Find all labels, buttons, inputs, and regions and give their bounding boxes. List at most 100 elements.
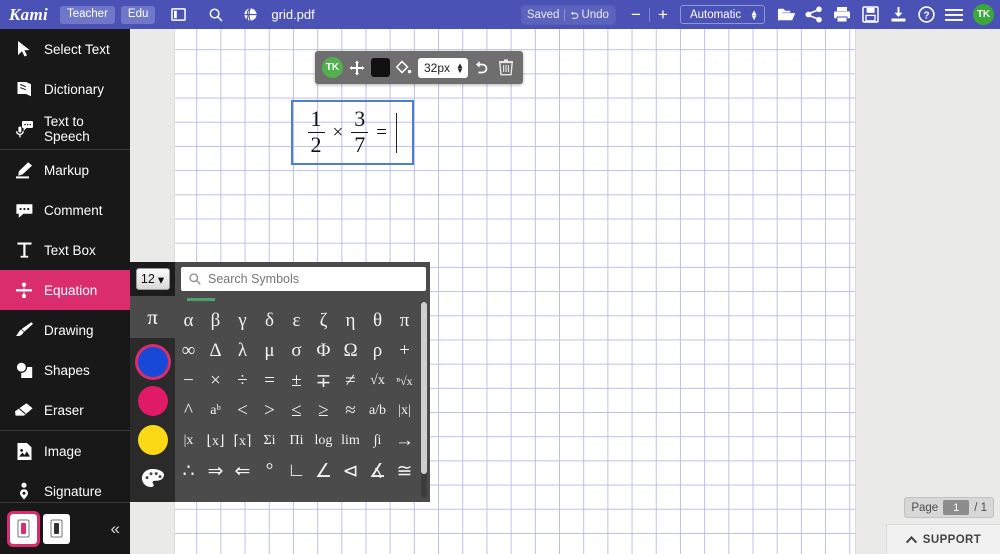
symbol-button[interactable]: < — [229, 398, 256, 424]
symbol-button[interactable]: |x| — [391, 398, 418, 424]
symbol-search-wrapper[interactable] — [181, 267, 426, 291]
symbol-button[interactable]: = — [256, 368, 283, 394]
help-button[interactable]: ? — [912, 0, 940, 29]
symbol-button[interactable]: ρ — [364, 338, 391, 364]
menu-button[interactable] — [940, 0, 968, 29]
color-palette-icon[interactable] — [141, 468, 165, 489]
sidebar-item-comment[interactable]: Comment — [0, 190, 130, 230]
page-indicator[interactable]: Page 1 / 1 — [904, 497, 994, 518]
symbol-button[interactable]: + — [391, 338, 418, 364]
symbol-button[interactable]: ⁿ√x — [391, 368, 418, 394]
symbol-button[interactable]: ≅ — [391, 458, 418, 484]
symbol-button[interactable]: → — [391, 428, 418, 454]
symbol-button[interactable]: × — [202, 368, 229, 394]
zoom-level-select[interactable]: Automatic ▲ ▼ — [679, 5, 765, 24]
sidebar-item-equation[interactable]: Equation — [0, 270, 130, 310]
symbol-button[interactable]: ∓ — [310, 368, 337, 394]
save-button[interactable] — [856, 0, 884, 29]
symbol-button[interactable]: ^ — [175, 398, 202, 424]
download-button[interactable] — [884, 0, 912, 29]
open-folder-button[interactable] — [772, 0, 800, 29]
symbol-button[interactable]: ± — [283, 368, 310, 394]
equation-font-size-select[interactable]: 12 ▾ — [135, 268, 170, 290]
sidebar-item-dictionary[interactable]: Dictionary — [0, 69, 130, 109]
single-page-mode-button[interactable] — [7, 510, 40, 547]
symbol-button[interactable]: α — [175, 308, 202, 334]
symbol-button[interactable]: θ — [364, 308, 391, 334]
support-button[interactable]: SUPPORT — [886, 524, 1000, 554]
sidebar-item-markup[interactable]: Markup — [0, 150, 130, 190]
symbol-button[interactable]: Σi — [256, 428, 283, 454]
symbol-button[interactable]: λ — [229, 338, 256, 364]
symbol-button[interactable]: μ — [256, 338, 283, 364]
annotation-author-avatar[interactable]: TK — [322, 57, 343, 78]
symbol-button[interactable]: γ — [229, 308, 256, 334]
symbol-button[interactable]: Δ — [202, 338, 229, 364]
equation-annotation[interactable]: 1 2 × 3 7 = — [291, 100, 414, 165]
symbol-button[interactable]: β — [202, 308, 229, 334]
color-fill-icon[interactable] — [394, 57, 414, 79]
print-button[interactable] — [828, 0, 856, 29]
color-swatch-button[interactable] — [371, 58, 390, 77]
move-handle-icon[interactable] — [347, 57, 367, 79]
scrollbar-thumb[interactable] — [421, 302, 427, 474]
symbol-button[interactable]: ε — [283, 308, 310, 334]
sidebar-item-shapes[interactable]: Shapes — [0, 350, 130, 390]
symbol-button[interactable]: ° — [256, 458, 283, 484]
zoom-in-button[interactable]: + — [652, 4, 674, 26]
symbol-button[interactable]: > — [256, 398, 283, 424]
symbol-button[interactable]: − — [175, 368, 202, 394]
color-blue-swatch[interactable] — [137, 347, 168, 377]
symbol-category-tab-pi[interactable]: π — [130, 296, 175, 338]
symbol-search-input[interactable] — [208, 272, 426, 286]
font-size-stepper[interactable]: 32px ▲ ▼ — [418, 57, 468, 78]
symbol-button[interactable]: ⌈x⌉ — [229, 428, 256, 454]
symbol-button[interactable]: Φ — [310, 338, 337, 364]
globe-icon[interactable] — [237, 2, 263, 28]
symbol-button[interactable]: ≥ — [310, 398, 337, 424]
symbol-button[interactable]: ∴ — [175, 458, 202, 484]
zoom-out-button[interactable]: − — [625, 4, 647, 26]
symbol-button[interactable]: ⊲ — [337, 458, 364, 484]
sidebar-item-select-text[interactable]: Select Text — [0, 29, 130, 69]
symbol-button[interactable]: ÷ — [229, 368, 256, 394]
symbol-button[interactable]: ζ — [310, 308, 337, 334]
share-button[interactable] — [800, 0, 828, 29]
symbol-button[interactable]: π — [391, 308, 418, 334]
symbol-button[interactable]: aᵇ — [202, 398, 229, 424]
symbol-button[interactable]: lim — [337, 428, 364, 454]
symbol-button[interactable]: σ — [283, 338, 310, 364]
symbol-button[interactable]: a/b — [364, 398, 391, 424]
symbol-button[interactable]: ∫i — [364, 428, 391, 454]
symbol-button[interactable]: |x — [175, 428, 202, 454]
sidebar-item-drawing[interactable]: Drawing — [0, 310, 130, 350]
symbol-button[interactable]: √x — [364, 368, 391, 394]
sidebar-item-text-box[interactable]: Text Box — [0, 230, 130, 270]
sidebar-item-eraser[interactable]: Eraser — [0, 390, 130, 430]
symbol-button[interactable]: ≠ — [337, 368, 364, 394]
user-avatar[interactable]: TK — [973, 4, 994, 25]
sidebar-item-text-to-speech[interactable]: Text to Speech — [0, 109, 130, 149]
symbol-button[interactable]: ∟ — [283, 458, 310, 484]
symbol-button[interactable]: ∞ — [175, 338, 202, 364]
continuous-page-mode-button[interactable] — [43, 513, 70, 544]
symbol-button[interactable]: ⌊x⌋ — [202, 428, 229, 454]
symbol-button[interactable]: log — [310, 428, 337, 454]
symbol-button[interactable]: ∡ — [364, 458, 391, 484]
undo-arrow-icon[interactable] — [472, 57, 492, 79]
symbol-button[interactable]: Ω — [337, 338, 364, 364]
symbol-panel-scrollbar[interactable] — [421, 302, 427, 498]
search-icon[interactable] — [203, 2, 229, 28]
double-chevron-left-icon[interactable]: « — [111, 519, 120, 539]
symbol-button[interactable]: ≤ — [283, 398, 310, 424]
symbol-button[interactable]: Πi — [283, 428, 310, 454]
symbol-button[interactable]: ≈ — [337, 398, 364, 424]
symbol-button[interactable]: ∠ — [310, 458, 337, 484]
sidebar-panel-icon[interactable] — [165, 2, 191, 28]
trash-can-icon[interactable] — [496, 57, 516, 79]
symbol-button[interactable]: ⇐ — [229, 458, 256, 484]
undo-button[interactable]: Undo — [565, 9, 615, 21]
color-pink-swatch[interactable] — [137, 386, 168, 416]
page-number-input[interactable]: 1 — [943, 500, 970, 515]
symbol-button[interactable]: η — [337, 308, 364, 334]
